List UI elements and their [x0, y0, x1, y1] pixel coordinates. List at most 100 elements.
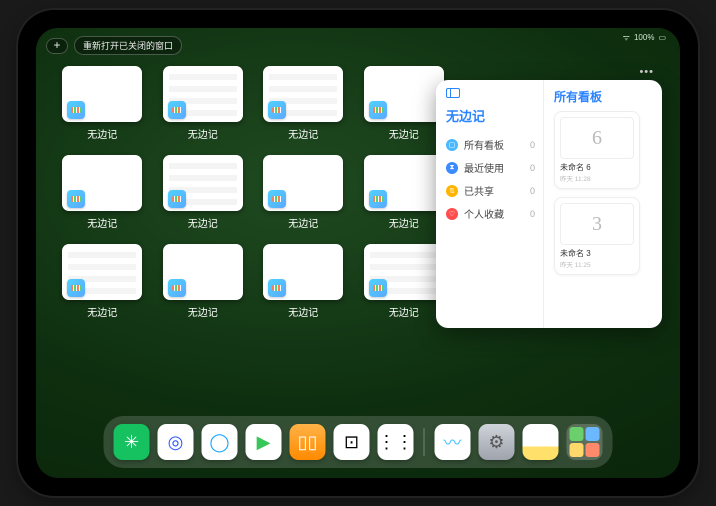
- freeform-app-icon: [369, 190, 387, 208]
- window-thumbnail[interactable]: 无边记: [259, 66, 348, 141]
- window-preview: [263, 155, 343, 211]
- reopen-closed-window-button[interactable]: 重新打开已关闭的窗口: [74, 36, 182, 55]
- dock-app-browser2[interactable]: ◯: [202, 424, 238, 460]
- sidepanel-right-title: 所有看板: [554, 88, 654, 105]
- window-label: 无边记: [389, 304, 419, 319]
- sidebar-toggle-icon[interactable]: [446, 88, 460, 98]
- battery-icon: ▭: [658, 33, 666, 42]
- window-thumbnail[interactable]: 无边记: [58, 244, 147, 319]
- board-card[interactable]: 6 未命名 6昨天 11:28: [554, 111, 640, 189]
- window-label: 无边记: [389, 215, 419, 230]
- freeform-app-icon: [369, 101, 387, 119]
- freeform-app-icon: [268, 101, 286, 119]
- window-preview: [163, 66, 243, 122]
- sidebar-item-count: 0: [530, 140, 535, 150]
- battery-label: 100%: [634, 33, 654, 42]
- sidebar-item-label: 所有看板: [464, 137, 504, 152]
- board-time: 昨天 11:28: [560, 173, 634, 183]
- dock-app-wechat[interactable]: ✳: [114, 424, 150, 460]
- freeform-app-icon: [67, 101, 85, 119]
- window-label: 无边记: [188, 215, 218, 230]
- dock-app-settings[interactable]: ⚙: [479, 424, 515, 460]
- dock-app-freeform[interactable]: 〰: [435, 424, 471, 460]
- sidebar-item-icon: ⇅: [446, 185, 458, 197]
- window-preview: [163, 155, 243, 211]
- sidepanel-title: 无边记: [446, 106, 535, 125]
- sidepanel-left: 无边记 ▢ 所有看板 0 ⧗ 最近使用 0 ⇅ 已共享 0 ♡ 个人收藏 0: [436, 80, 544, 328]
- ipad-frame: ᯤ 100% ▭ + 重新打开已关闭的窗口 无边记无边记无边记无边记无边记无边记…: [18, 10, 698, 496]
- dock-app-media[interactable]: ▶: [246, 424, 282, 460]
- freeform-app-icon: [168, 190, 186, 208]
- freeform-app-icon: [67, 279, 85, 297]
- window-thumbnail[interactable]: 无边记: [58, 155, 147, 230]
- sidepanel-right: 所有看板 6未命名 6昨天 11:283未命名 3昨天 11:25: [544, 80, 662, 328]
- freeform-app-icon: [369, 279, 387, 297]
- window-label: 无边记: [288, 304, 318, 319]
- window-thumbnail[interactable]: 无边记: [360, 244, 449, 319]
- top-bar: + 重新打开已关闭的窗口: [46, 36, 182, 55]
- window-label: 无边记: [87, 126, 117, 141]
- window-thumbnail[interactable]: 无边记: [360, 155, 449, 230]
- window-preview: [263, 244, 343, 300]
- sidebar-item[interactable]: ♡ 个人收藏 0: [446, 202, 535, 225]
- add-window-button[interactable]: +: [46, 38, 68, 54]
- window-label: 无边记: [188, 126, 218, 141]
- sidebar-item-icon: ▢: [446, 139, 458, 151]
- dock-separator: [424, 428, 425, 456]
- dock-app-connect[interactable]: ⋮⋮: [378, 424, 414, 460]
- sidebar-item-label: 个人收藏: [464, 206, 504, 221]
- freeform-app-icon: [168, 279, 186, 297]
- freeform-app-icon: [268, 279, 286, 297]
- window-thumbnail[interactable]: 无边记: [259, 244, 348, 319]
- window-preview: [364, 155, 444, 211]
- board-thumbnail: 6: [560, 117, 634, 159]
- dock-app-dice[interactable]: ⊡: [334, 424, 370, 460]
- window-label: 无边记: [389, 126, 419, 141]
- window-thumbnail[interactable]: 无边记: [159, 66, 248, 141]
- window-label: 无边记: [288, 215, 318, 230]
- sidebar-item[interactable]: ▢ 所有看板 0: [446, 133, 535, 156]
- sidebar-item-count: 0: [530, 209, 535, 219]
- board-name: 未命名 6: [560, 162, 634, 173]
- screen: ᯤ 100% ▭ + 重新打开已关闭的窗口 无边记无边记无边记无边记无边记无边记…: [36, 28, 680, 478]
- freeform-app-icon: [67, 190, 85, 208]
- sidebar-item-count: 0: [530, 163, 535, 173]
- window-thumbnail[interactable]: 无边记: [159, 155, 248, 230]
- window-thumbnail[interactable]: 无边记: [360, 66, 449, 141]
- sidebar-item-icon: ⧗: [446, 162, 458, 174]
- window-label: 无边记: [87, 304, 117, 319]
- sidepanel-more-icon[interactable]: •••: [639, 66, 654, 78]
- freeform-app-icon: [168, 101, 186, 119]
- dock-app-books[interactable]: ▯▯: [290, 424, 326, 460]
- window-preview: [364, 244, 444, 300]
- window-thumbnail[interactable]: 无边记: [58, 66, 147, 141]
- sidebar-item[interactable]: ⇅ 已共享 0: [446, 179, 535, 202]
- status-bar: ᯤ 100% ▭: [623, 32, 666, 43]
- sidebar-item[interactable]: ⧗ 最近使用 0: [446, 156, 535, 179]
- sidebar-item-label: 已共享: [464, 183, 494, 198]
- window-preview: [62, 66, 142, 122]
- wifi-icon: ᯤ: [623, 32, 630, 43]
- freeform-sidepanel: 无边记 ▢ 所有看板 0 ⧗ 最近使用 0 ⇅ 已共享 0 ♡ 个人收藏 0 所有看板 6 未命名 6昨…: [436, 80, 662, 328]
- window-preview: [163, 244, 243, 300]
- window-label: 无边记: [87, 215, 117, 230]
- window-preview: [62, 244, 142, 300]
- sidebar-item-label: 最近使用: [464, 160, 504, 175]
- window-label: 无边记: [288, 126, 318, 141]
- board-card[interactable]: 3未命名 3昨天 11:25: [554, 197, 640, 275]
- window-preview: [364, 66, 444, 122]
- window-thumbnail[interactable]: 无边记: [159, 244, 248, 319]
- dock: ✳◎◯▶▯▯⊡⋮⋮ 〰⚙: [104, 416, 613, 468]
- sidebar-item-icon: ♡: [446, 208, 458, 220]
- dock-app-notes[interactable]: [523, 424, 559, 460]
- sidebar-item-count: 0: [530, 186, 535, 196]
- window-grid: 无边记无边记无边记无边记无边记无边记无边记无边记无边记无边记无边记无边记: [58, 66, 448, 319]
- window-label: 无边记: [188, 304, 218, 319]
- board-name: 未命名 3: [560, 248, 634, 259]
- window-preview: [263, 66, 343, 122]
- board-thumbnail: 3: [560, 203, 634, 245]
- dock-app-folder[interactable]: [567, 424, 603, 460]
- dock-app-browser1[interactable]: ◎: [158, 424, 194, 460]
- window-thumbnail[interactable]: 无边记: [259, 155, 348, 230]
- freeform-app-icon: [268, 190, 286, 208]
